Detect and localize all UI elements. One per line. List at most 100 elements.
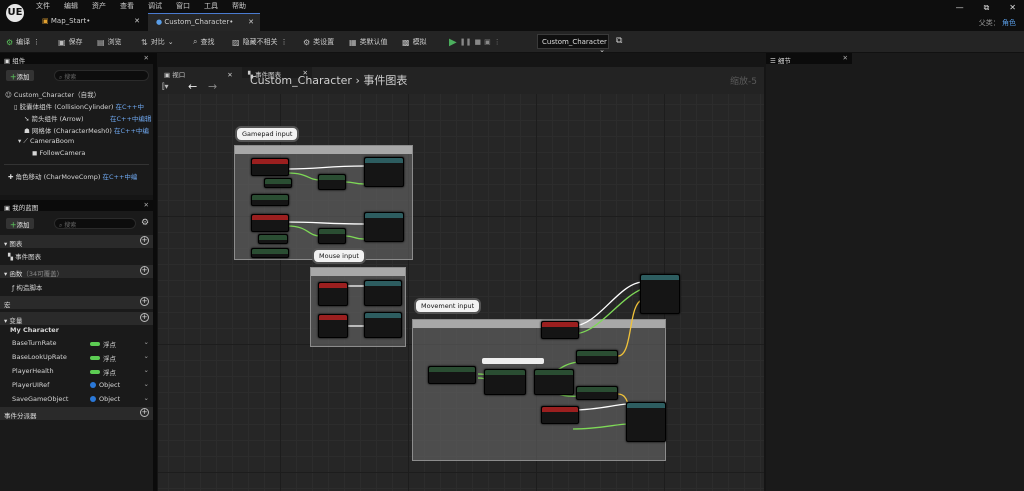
my-blueprint-search-input[interactable]: ⌕ 搜索 (54, 218, 136, 229)
compile-button[interactable]: ⚙ 编译 ⋮ (6, 36, 40, 48)
add-pitch-input-node[interactable] (364, 312, 402, 338)
add-function-icon[interactable]: + (140, 266, 149, 275)
close-icon[interactable]: ✕ (227, 71, 232, 79)
more-icon[interactable]: ⋮ (494, 38, 501, 46)
component-row-arrow[interactable]: ➘ 箭头组件 (Arrow) 在C++中编辑 (24, 113, 151, 125)
stop-icon[interactable]: ■ (474, 38, 481, 46)
component-row-followcamera[interactable]: ◼ FollowCamera (32, 149, 85, 161)
close-window-icon[interactable]: ✕ (1009, 3, 1016, 13)
close-icon[interactable]: ✕ (144, 54, 149, 62)
add-yaw-input-node[interactable] (364, 157, 404, 187)
get-right-vector-node[interactable] (576, 386, 618, 400)
edit-in-cpp-link[interactable]: 在C++中 (116, 103, 144, 111)
make-rotator-node[interactable] (534, 369, 574, 395)
multiply-node[interactable] (318, 174, 346, 190)
get-control-rotation-node[interactable] (428, 366, 476, 384)
back-arrow-icon[interactable]: ← (188, 80, 197, 93)
play-icon[interactable]: ▶ (449, 37, 457, 48)
variable-row[interactable]: PlayerUIRef Object ⌄ (0, 378, 153, 391)
class-defaults-button[interactable]: ▦ 类默认值 (349, 36, 388, 48)
section-variables[interactable]: ▾ 变量 + (0, 312, 153, 325)
diff-button[interactable]: ⇅ 对比 ⌄ (141, 36, 174, 48)
hide-unrelated-button[interactable]: ▨ 隐藏不相关 ⋮ (232, 36, 288, 48)
component-row-capsule[interactable]: ▯ 胶囊体组件 (CollisionCylinder) 在C++中 (14, 101, 144, 113)
menu-window[interactable]: 窗口 (176, 1, 190, 11)
chevron-down-icon[interactable]: ⌄ (144, 394, 149, 402)
edit-in-cpp-link[interactable]: 在C++中编辑 (110, 113, 151, 123)
variable-row[interactable]: SaveGameObject Object ⌄ (0, 392, 153, 405)
debug-filter-icon[interactable]: ⧉ (616, 36, 622, 46)
browse-button[interactable]: ▤ 浏览 (97, 36, 122, 48)
break-rotator-node[interactable] (484, 369, 526, 395)
menu-file[interactable]: 文件 (36, 1, 50, 11)
close-icon[interactable]: ✕ (144, 201, 149, 209)
input-axis-lookup-node[interactable] (318, 314, 348, 338)
input-axis-node[interactable] (251, 158, 289, 176)
get-variable-node[interactable] (258, 234, 288, 244)
get-variable-node[interactable] (264, 178, 292, 188)
class-settings-button[interactable]: ⚙ 类设置 (303, 36, 334, 48)
gear-icon[interactable]: ⚙ (141, 218, 149, 228)
add-pitch-input-node[interactable] (364, 212, 404, 242)
add-movement-input-node[interactable] (640, 274, 680, 314)
section-macros[interactable]: 宏 + (0, 296, 153, 309)
close-icon[interactable]: ✕ (843, 54, 848, 62)
get-delta-node[interactable] (251, 194, 289, 206)
add-dispatcher-icon[interactable]: + (140, 408, 149, 417)
variable-row[interactable]: BaseLookUpRate 浮点 ⌄ (0, 350, 153, 363)
debug-object-select[interactable]: Custom_Character ⌄ (537, 34, 609, 54)
menu-asset[interactable]: 资产 (92, 1, 106, 11)
close-icon[interactable]: ✕ (248, 18, 254, 26)
component-row-movement[interactable]: ✚ 角色移动 (CharMoveComp) 在C++中编 (8, 171, 137, 183)
get-forward-vector-node[interactable] (576, 350, 618, 364)
tab-viewport[interactable]: ▣ 视口 ✕ (158, 67, 239, 79)
input-axis-moveforward-node[interactable] (541, 321, 579, 339)
menu-view[interactable]: 查看 (120, 1, 134, 11)
add-movement-input-node[interactable] (626, 402, 666, 442)
input-axis-node[interactable] (251, 214, 289, 232)
tab-custom-character[interactable]: ● Custom_Character• ✕ (148, 13, 260, 31)
graph-menu-icon[interactable]: ⫿▾ (162, 82, 169, 92)
menu-help[interactable]: 帮助 (232, 1, 246, 11)
parent-class-link[interactable]: 角色 (1002, 19, 1016, 27)
get-delta-node[interactable] (251, 248, 289, 258)
component-row-self[interactable]: ☺ Custom_Character（自我） (5, 89, 100, 101)
section-event-dispatchers[interactable]: 事件分派器 + (0, 407, 153, 420)
variable-row[interactable]: PlayerHealth 浮点 ⌄ (0, 364, 153, 377)
unreal-logo[interactable]: UE (6, 4, 24, 22)
function-item-construction-script[interactable]: ƒ 构造脚本 (12, 282, 42, 294)
minimize-icon[interactable]: — (956, 3, 964, 13)
chevron-down-icon[interactable]: ⌄ (144, 380, 149, 388)
breadcrumb-root[interactable]: Custom_Character (250, 74, 352, 87)
component-row-cameraboom[interactable]: ▾ ⟋ CameraBoom (18, 137, 74, 149)
pause-icon[interactable]: ❚❚ (460, 38, 472, 46)
section-graphs[interactable]: ▾ 图表 + (0, 235, 153, 248)
graph-item-event-graph[interactable]: ▚ 事件图表 (8, 251, 41, 263)
eject-icon[interactable]: ▣ (484, 38, 491, 46)
restore-icon[interactable]: ⧉ (984, 3, 990, 13)
component-row-mesh[interactable]: ☗ 网格体 (CharacterMesh0) 在C++中编 (24, 125, 149, 137)
find-button[interactable]: ⌕ 查找 (193, 36, 214, 48)
input-axis-turn-node[interactable] (318, 282, 348, 306)
components-search-input[interactable]: ⌕ 搜索 (54, 70, 149, 81)
add-member-button[interactable]: ＋添加 (6, 218, 34, 229)
forward-arrow-icon[interactable]: → (208, 80, 217, 93)
add-yaw-input-node[interactable] (364, 280, 402, 306)
chevron-down-icon[interactable]: ⌄ (144, 338, 149, 346)
input-axis-moveright-node[interactable] (541, 406, 579, 424)
variable-row[interactable]: BaseTurnRate 浮点 ⌄ (0, 336, 153, 349)
menu-debug[interactable]: 调试 (148, 1, 162, 11)
tab-map-start[interactable]: ▣ Map_Start• ✕ (34, 13, 146, 31)
edit-in-cpp-link[interactable]: 在C++中编 (114, 127, 149, 135)
menu-edit[interactable]: 编辑 (64, 1, 78, 11)
simulate-button[interactable]: ▩ 模拟 (402, 36, 427, 48)
add-macro-icon[interactable]: + (140, 297, 149, 306)
save-button[interactable]: ▣ 保存 (58, 36, 83, 48)
chevron-down-icon[interactable]: ⌄ (144, 352, 149, 360)
event-graph-canvas[interactable]: Gamepad input Mouse input Movement input (158, 94, 764, 491)
add-variable-icon[interactable]: + (140, 313, 149, 322)
section-functions[interactable]: ▾ 函数（34可覆盖） + (0, 265, 153, 278)
add-component-button[interactable]: ＋添加 (6, 70, 34, 81)
add-graph-icon[interactable]: + (140, 236, 149, 245)
chevron-down-icon[interactable]: ⌄ (144, 366, 149, 374)
